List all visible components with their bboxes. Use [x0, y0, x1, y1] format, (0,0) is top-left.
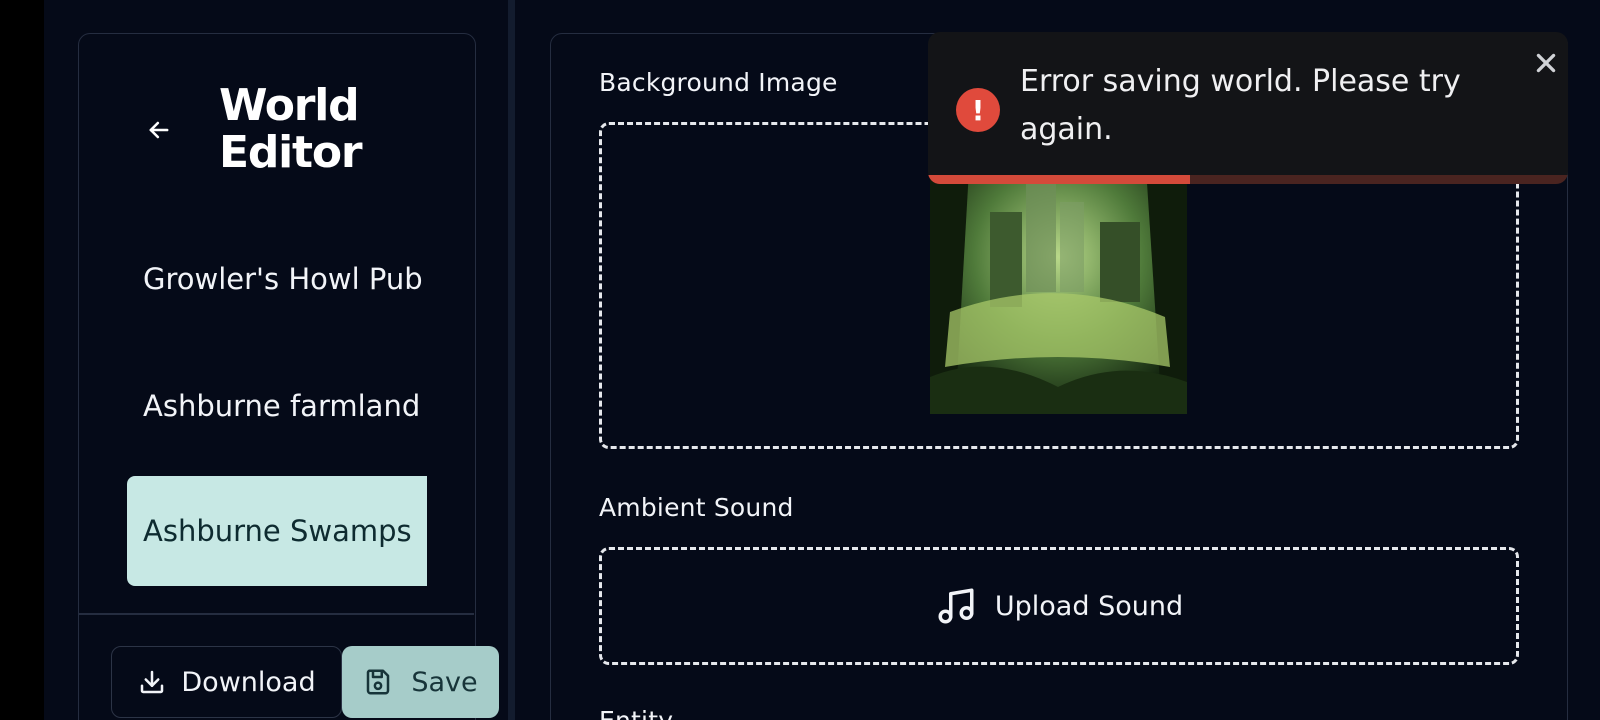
- save-label: Save: [411, 666, 478, 698]
- ambient-sound-label: Ambient Sound: [599, 493, 794, 522]
- world-item-growlers-howl-pub[interactable]: Growler's Howl Pub: [127, 224, 427, 334]
- music-note-icon: [938, 588, 974, 624]
- toast-progress-track: [928, 175, 1568, 184]
- panel-divider[interactable]: [508, 0, 515, 720]
- error-toast: ! Error saving world. Please try again.: [928, 32, 1568, 184]
- back-button[interactable]: [141, 112, 177, 148]
- world-item-label: Ashburne farmland: [143, 389, 421, 423]
- save-icon: [367, 669, 390, 695]
- sidebar: World Editor Growler's Howl Pub Ashburne…: [78, 33, 476, 720]
- page-title-line2: Editor: [219, 127, 363, 178]
- toast-close-button[interactable]: [1529, 46, 1563, 80]
- sidebar-divider: [79, 613, 474, 615]
- upload-sound-label: Upload Sound: [994, 590, 1184, 622]
- save-button[interactable]: Save: [342, 646, 499, 718]
- download-button[interactable]: Download: [111, 646, 342, 718]
- background-image-label: Background Image: [599, 68, 838, 97]
- world-item-ashburne-farmland[interactable]: Ashburne farmland: [127, 351, 427, 461]
- toast-progress-fill: [928, 175, 1191, 184]
- page-title-line1: World: [219, 80, 360, 131]
- upload-sound-dropzone[interactable]: Upload Sound: [599, 547, 1519, 665]
- close-icon: [1536, 53, 1556, 73]
- world-item-label: Growler's Howl Pub: [143, 262, 423, 296]
- toast-message: Error saving world. Please try again.: [1020, 64, 1461, 147]
- world-item-label: Ashburne Swamps: [143, 514, 412, 548]
- background-image-preview: [930, 152, 1187, 414]
- window-edge: [0, 0, 44, 720]
- download-icon: [141, 670, 164, 694]
- page-title: World Editor: [219, 80, 363, 178]
- arrow-left-icon: [149, 121, 169, 139]
- world-item-ashburne-swamps[interactable]: Ashburne Swamps: [127, 476, 427, 586]
- entity-label: Entity: [599, 706, 673, 720]
- error-icon: !: [956, 88, 1000, 132]
- download-label: Download: [181, 666, 316, 698]
